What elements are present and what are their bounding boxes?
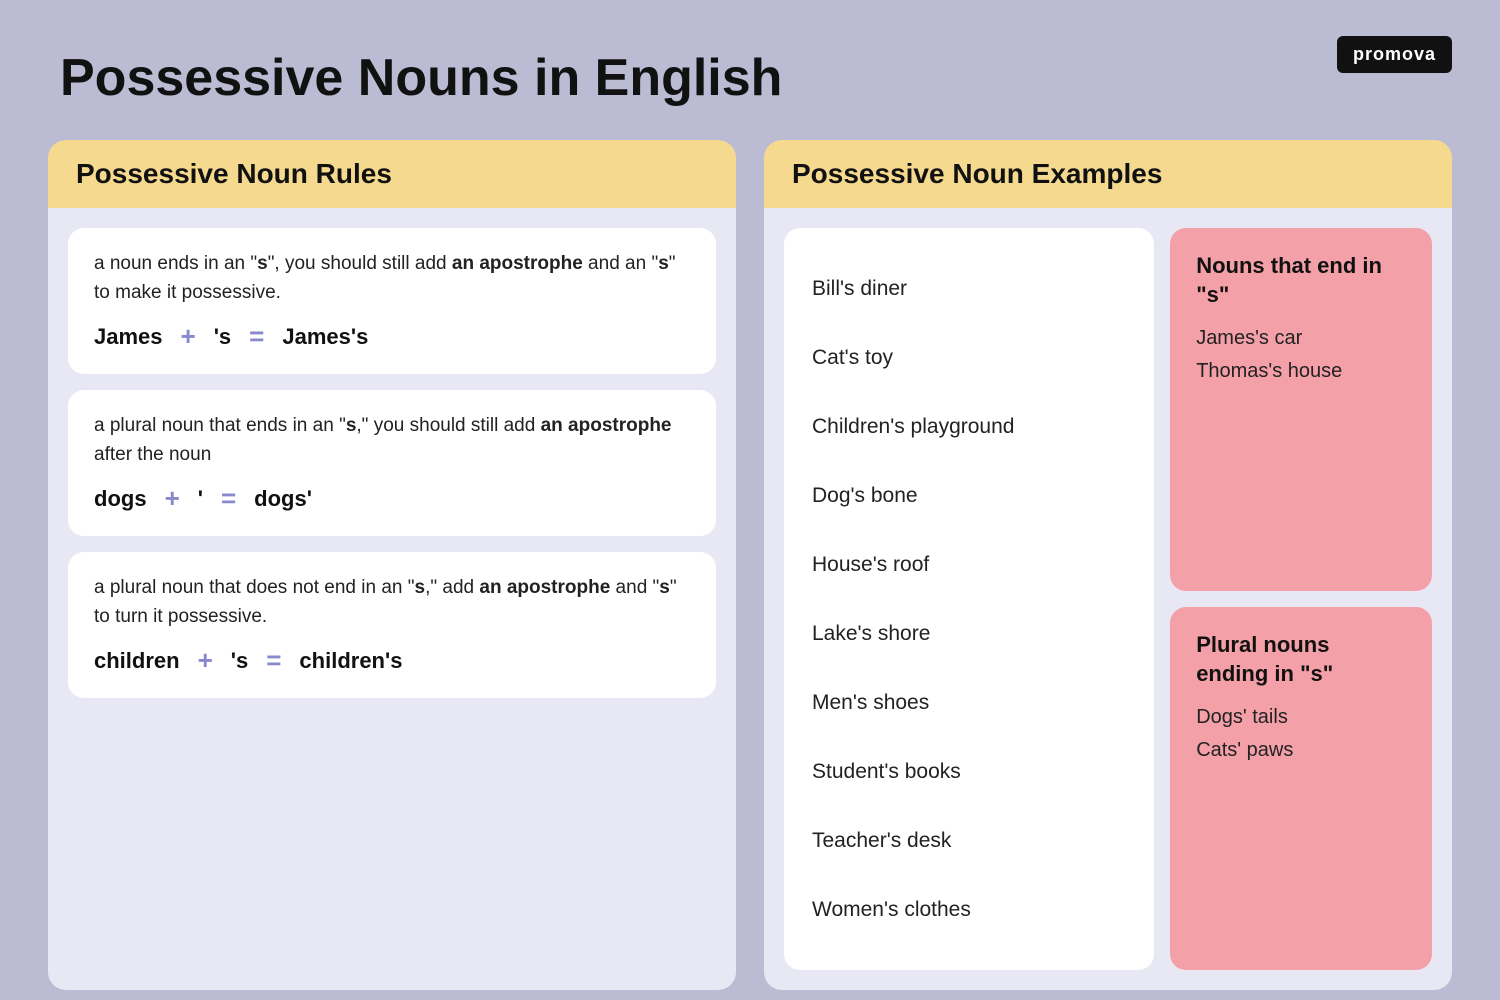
formula-word2-2: ' [198,486,203,512]
promova-logo: promova [1337,36,1452,73]
page-title: Possessive Nouns in English [0,0,1500,140]
side-card-title-2: Plural nouns ending in "s" [1196,631,1406,688]
rule-formula-1: James + 's = James's [94,321,690,352]
rules-panel-title: Possessive Noun Rules [76,158,708,190]
formula-word1-2: dogs [94,486,147,512]
rule-text-1: a noun ends in an "s", you should still … [94,250,690,307]
rule-formula-3: children + 's = children's [94,645,690,676]
side-card-item: Dogs' tails [1196,706,1406,729]
formula-plus-1: + [181,321,196,352]
right-panel: Possessive Noun Examples Bill's diner Ca… [764,140,1452,990]
side-card-item: James's car [1196,327,1406,350]
formula-word2-3: 's [231,648,248,674]
list-item: Bill's diner [812,273,1126,305]
formula-plus-3: + [198,645,213,676]
side-card-item: Cats' paws [1196,739,1406,762]
formula-word2-1: 's [214,324,231,350]
side-card-item: Thomas's house [1196,360,1406,383]
formula-equals-1: = [249,321,264,352]
left-panel: Possessive Noun Rules a noun ends in an … [48,140,736,990]
examples-panel-title: Possessive Noun Examples [792,158,1424,190]
rule-card-1: a noun ends in an "s", you should still … [68,228,716,374]
list-item: House's roof [812,549,1126,581]
formula-equals-2: = [221,483,236,514]
side-card-plural-ending-s: Plural nouns ending in "s" Dogs' tails C… [1170,607,1432,970]
rule-text-3: a plural noun that does not end in an "s… [94,574,690,631]
list-item: Women's clothes [812,894,1126,926]
rule-formula-2: dogs + ' = dogs' [94,483,690,514]
list-item: Men's shoes [812,687,1126,719]
side-card-title-1: Nouns that end in "s" [1196,252,1406,309]
examples-list-panel: Bill's diner Cat's toy Children's playgr… [784,228,1154,970]
examples-container: Bill's diner Cat's toy Children's playgr… [764,208,1452,990]
formula-result-3: children's [299,648,402,674]
formula-result-1: James's [282,324,368,350]
list-item: Lake's shore [812,618,1126,650]
examples-panel-header: Possessive Noun Examples [764,140,1452,208]
list-item: Teacher's desk [812,825,1126,857]
main-content: Possessive Noun Rules a noun ends in an … [0,140,1500,990]
formula-word1: James [94,324,163,350]
rules-panel-header: Possessive Noun Rules [48,140,736,208]
list-item: Dog's bone [812,480,1126,512]
list-item: Children's playground [812,411,1126,443]
rule-text-2: a plural noun that ends in an "s," you s… [94,412,690,469]
list-item: Student's books [812,756,1126,788]
side-card-nouns-end-s: Nouns that end in "s" James's car Thomas… [1170,228,1432,591]
formula-result-2: dogs' [254,486,312,512]
rule-card-3: a plural noun that does not end in an "s… [68,552,716,698]
formula-plus-2: + [165,483,180,514]
formula-equals-3: = [266,645,281,676]
rule-card-2: a plural noun that ends in an "s," you s… [68,390,716,536]
list-item: Cat's toy [812,342,1126,374]
side-panels: Nouns that end in "s" James's car Thomas… [1170,228,1432,970]
formula-word1-3: children [94,648,180,674]
rules-container: a noun ends in an "s", you should still … [48,208,736,990]
